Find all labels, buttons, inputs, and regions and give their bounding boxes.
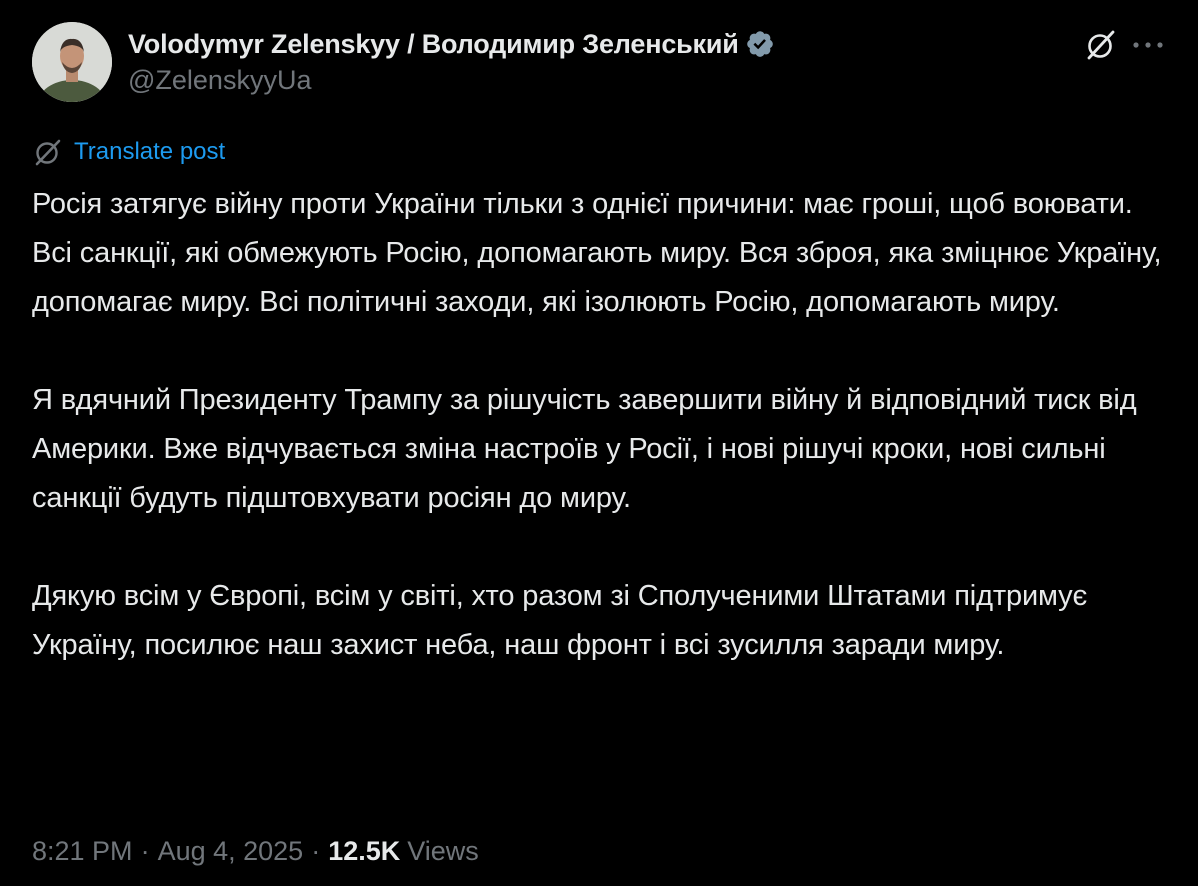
handle[interactable]: @ZelenskyyUa	[128, 65, 775, 96]
tweet-text: Росія затягує війну проти України тільки…	[32, 180, 1172, 719]
post-metadata: 8:21 PM · Aug 4, 2025 · 12.5K Views	[32, 836, 479, 867]
avatar[interactable]	[32, 22, 112, 102]
views-count[interactable]: 12.5K	[328, 836, 400, 867]
tweet-paragraph-3: Дякую всім у Європі, всім у світі, хто р…	[32, 580, 1088, 661]
more-icon[interactable]	[1130, 32, 1166, 58]
post-header: Volodymyr Zelenskyy / Володимир Зеленськ…	[32, 22, 1166, 106]
name-row: Volodymyr Zelenskyy / Володимир Зеленськ…	[128, 24, 775, 64]
translate-post-link[interactable]: Translate post	[32, 136, 225, 168]
views-label: Views	[407, 836, 479, 866]
translate-post-label: Translate post	[74, 138, 226, 165]
avatar-image	[32, 22, 112, 102]
translate-icon	[32, 136, 64, 168]
tweet-paragraph-1: Росія затягує війну проти України тільки…	[32, 188, 1162, 318]
meta-separator-2: ·	[311, 836, 321, 866]
verified-badge-icon	[745, 29, 775, 59]
grok-icon[interactable]	[1084, 28, 1118, 62]
tweet-paragraph-2: Я вдячний Президенту Трампу за рішучість…	[32, 384, 1137, 514]
display-name[interactable]: Volodymyr Zelenskyy / Володимир Зеленськ…	[128, 29, 739, 60]
meta-separator: ·	[140, 836, 150, 866]
post-date[interactable]: Aug 4, 2025	[158, 836, 304, 867]
post-time[interactable]: 8:21 PM	[32, 836, 133, 867]
author-names: Volodymyr Zelenskyy / Володимир Зеленськ…	[128, 24, 775, 96]
